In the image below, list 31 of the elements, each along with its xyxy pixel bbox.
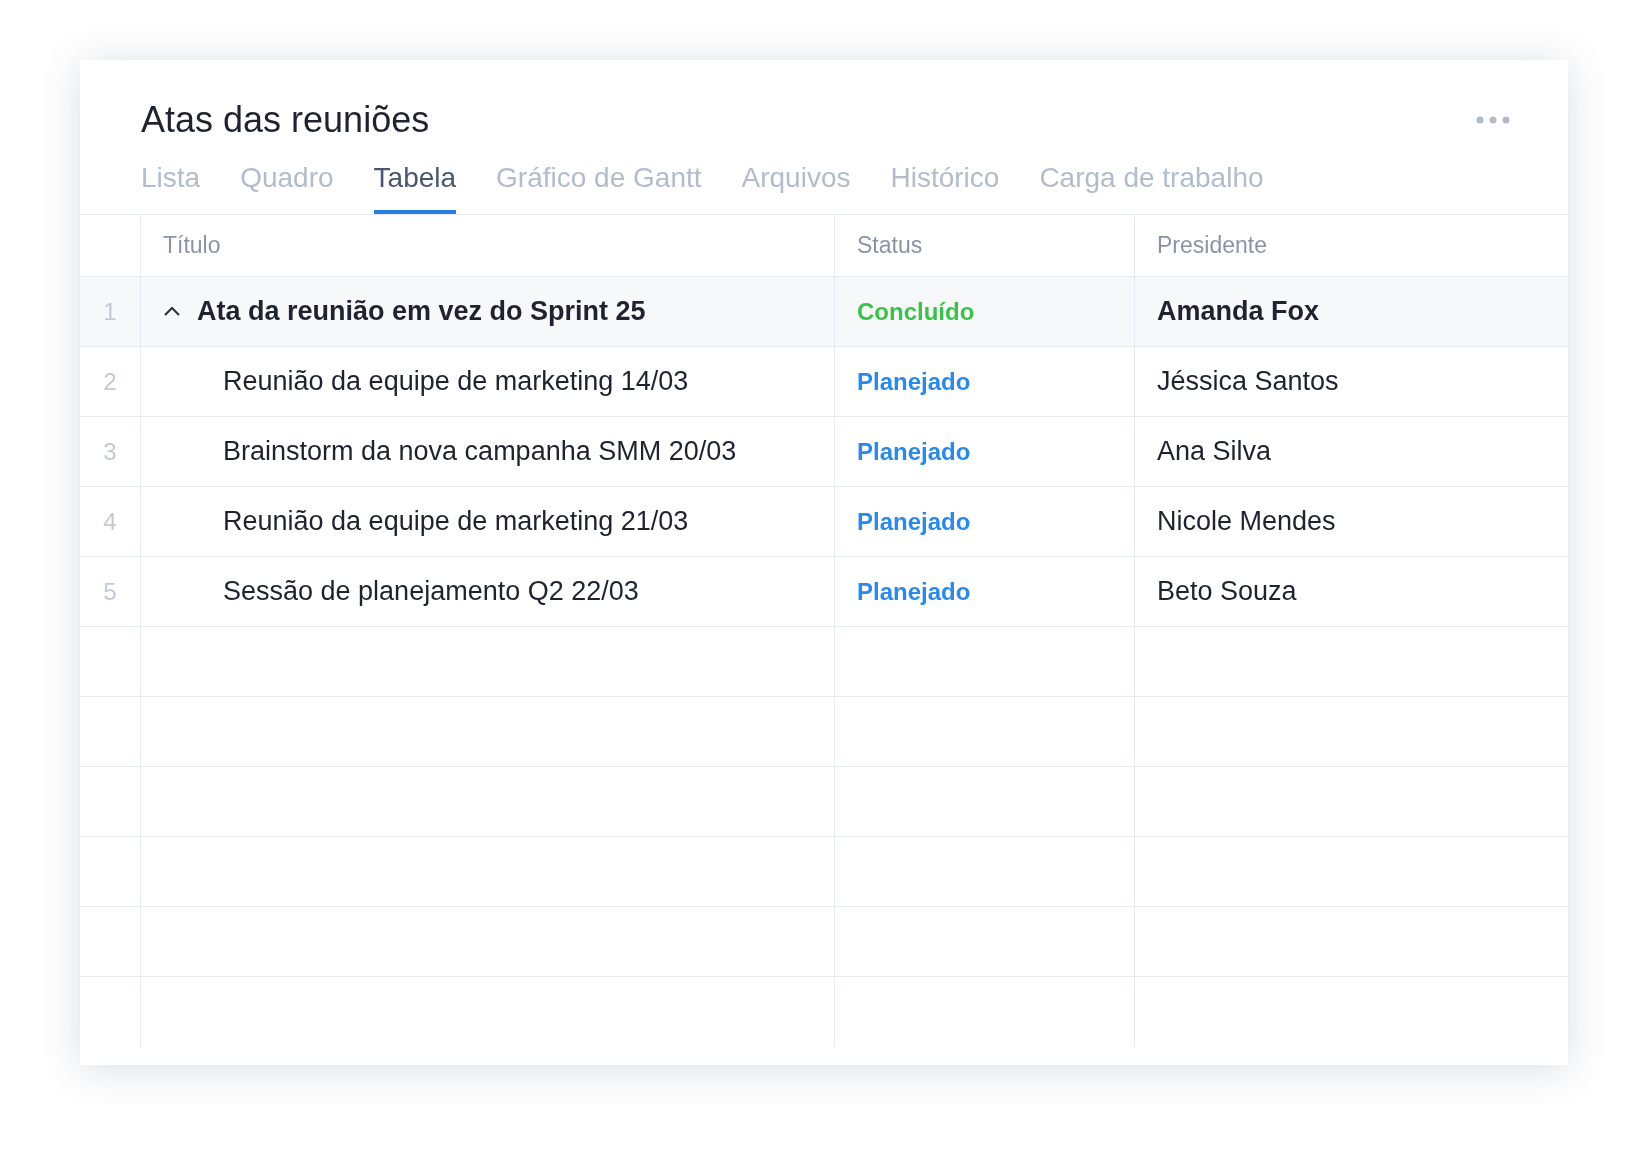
president-name: Amanda Fox	[1157, 295, 1320, 329]
tab[interactable]: Quadro	[240, 158, 334, 214]
president-name: Ana Silva	[1157, 435, 1272, 469]
president-name: Jéssica Santos	[1157, 365, 1339, 399]
tab[interactable]: Tabela	[373, 158, 457, 214]
tab[interactable]: Arquivos	[741, 158, 851, 214]
president-name: Beto Souza	[1157, 575, 1297, 609]
status-label: Planejado	[857, 576, 971, 607]
status-label: Planejado	[857, 366, 971, 397]
row-number: 2	[103, 366, 117, 397]
row-title: Ata da reunião em vez do Sprint 25	[197, 295, 646, 329]
column-header: Presidente	[1157, 231, 1267, 261]
tab[interactable]: Histórico	[890, 158, 1000, 214]
row-title: Brainstorm da nova campanha SMM 20/03	[223, 435, 737, 469]
status-label: Planejado	[857, 436, 971, 467]
row-title: Reunião da equipe de marketing 14/03	[223, 365, 689, 399]
row-number: 3	[103, 436, 117, 467]
tab[interactable]: Lista	[141, 158, 201, 214]
row-title: Reunião da equipe de marketing 21/03	[223, 505, 689, 539]
caret-icon[interactable]	[163, 306, 181, 317]
status-label: Planejado	[857, 506, 971, 537]
tab[interactable]: Carga de trabalho	[1039, 158, 1264, 214]
president-name: Nicole Mendes	[1157, 505, 1336, 539]
row-number: 4	[103, 506, 117, 537]
row-number: 5	[103, 576, 117, 607]
column-header: Título	[163, 231, 221, 261]
column-header: Status	[857, 231, 923, 261]
tab[interactable]: Gráfico de Gantt	[496, 158, 702, 214]
page-title: Atas das reuniões	[141, 98, 430, 142]
row-title: Sessão de planejamento Q2 22/03	[223, 575, 639, 609]
status-label: Concluído	[857, 296, 975, 327]
